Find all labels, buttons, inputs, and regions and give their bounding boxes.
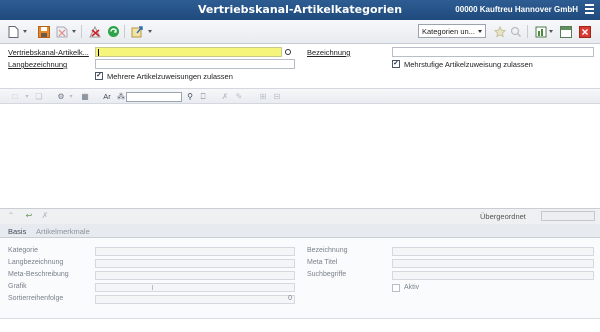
detail-bar: ⌃ ↩ ✗ Übergeordnet: [0, 208, 600, 224]
hamburger-menu-icon[interactable]: [585, 4, 594, 14]
detail-sortierreihenfolge-label: Sortierreihenfolge: [8, 295, 64, 302]
delete-icon[interactable]: [88, 24, 103, 39]
detail-kategorie-field: [95, 247, 295, 256]
search-icon[interactable]: ⚲: [185, 92, 195, 102]
category-grid[interactable]: [0, 104, 600, 208]
collapse-icon[interactable]: ⊟: [272, 92, 282, 102]
detail-grafik-label: Grafik: [8, 283, 27, 290]
bezeichnung-label: Bezeichnung: [307, 48, 350, 57]
header-form: Vertriebskanal-Artikelk... Bezeichnung L…: [0, 44, 600, 88]
langbezeichnung-label-text: Langbezeichnung: [8, 60, 68, 69]
title-bar: Vertriebskanal-Artikelkategorien 00000 K…: [0, 0, 600, 20]
report-dropdown-chevron-down-icon[interactable]: [549, 30, 553, 33]
mehrstufig-label: Mehrstufige Artikelzuweisung zulassen: [404, 60, 533, 69]
discard-icon[interactable]: [54, 24, 69, 39]
kategorie-field[interactable]: [95, 47, 282, 57]
detail-meta-beschreibung-label: Meta-Beschreibung: [8, 271, 69, 278]
detail-langbezeichnung-label: Langbezeichnung: [8, 259, 64, 266]
detail-form: Kategorie Langbezeichnung Meta-Beschreib…: [0, 238, 600, 318]
uebergeordnet-label: Übergeordnet: [480, 212, 526, 221]
detail-grafik-field: [95, 283, 295, 292]
view-select[interactable]: Kategorien un...: [418, 24, 486, 38]
detail-bezeichnung-label: Bezeichnung: [307, 247, 348, 254]
toolbar-divider: [124, 25, 125, 38]
aktiv-label: Aktiv: [404, 284, 420, 291]
view-select-value: Kategorien un...: [422, 27, 475, 36]
expand-icon[interactable]: ⊞: [258, 92, 268, 102]
bezeichnung-field[interactable]: [392, 47, 594, 57]
detail-bezeichnung-field: [392, 247, 594, 256]
undo-icon[interactable]: ↩: [24, 211, 34, 221]
detail-sortierreihenfolge-field: 0: [95, 295, 295, 304]
detail-suchbegriffe-label: Suchbegriffe: [307, 271, 347, 278]
tab-basis[interactable]: Basis: [8, 227, 26, 236]
kategorie-label-text: Vertriebskanal-Artikelk...: [8, 48, 89, 57]
detail-kategorie-label: Kategorie: [8, 247, 38, 254]
detail-tabs: Basis Artikelmerkmale: [0, 224, 600, 238]
export-icon[interactable]: [130, 24, 145, 39]
chevron-down-icon: [478, 30, 482, 33]
new-row-icon[interactable]: □: [10, 92, 20, 102]
report-icon[interactable]: [533, 24, 548, 39]
delete-link-icon[interactable]: ✗: [40, 211, 50, 221]
save-icon[interactable]: [36, 24, 51, 39]
toolbar-divider: [527, 25, 528, 38]
mehrere-checkbox[interactable]: ✓: [95, 72, 103, 80]
detail-meta-titel-field: [392, 259, 594, 268]
find-icon[interactable]: [508, 24, 523, 39]
favorite-star-icon[interactable]: [492, 24, 507, 39]
mehrstufig-checkbox[interactable]: ✓: [392, 60, 400, 68]
export-dropdown-chevron-down-icon[interactable]: [148, 30, 152, 33]
filter-icon[interactable]: ⁂: [116, 92, 126, 102]
grid-toolbar: □ ▾ ❏ ⚙ ▾ ▦ Ar ⁂ ⚲ ⎕ ✗ ✎ ⊞ ⊟: [0, 88, 600, 104]
new-document-icon[interactable]: [6, 24, 21, 39]
required-indicator-icon: [285, 49, 291, 55]
chevron-down-icon[interactable]: ▾: [66, 92, 76, 102]
kategorie-label: Vertriebskanal-Artikelk...: [8, 48, 89, 57]
toolbar-divider: [81, 25, 82, 38]
status-bar: [0, 318, 600, 332]
zoom-icon[interactable]: ⎕: [198, 92, 208, 102]
edit-icon[interactable]: ✎: [234, 92, 244, 102]
detail-langbezeichnung-field: [95, 259, 295, 268]
chevron-down-icon[interactable]: ▾: [22, 92, 32, 102]
detail-meta-titel-label: Meta Titel: [307, 259, 338, 266]
langbezeichnung-label: Langbezeichnung: [8, 60, 67, 69]
sortierreihenfolge-value: 0: [288, 295, 292, 302]
close-icon[interactable]: [577, 24, 592, 39]
grid-search-input[interactable]: [126, 92, 182, 102]
discard-dropdown-chevron-down-icon[interactable]: [72, 30, 76, 33]
mehrere-label: Mehrere Artikelzuweisungen zulassen: [107, 72, 233, 81]
columns-icon[interactable]: ▦: [80, 92, 90, 102]
minimize-window-icon[interactable]: [558, 24, 573, 39]
detail-meta-beschreibung-field: [95, 271, 295, 280]
settings-icon[interactable]: ⚙: [56, 92, 66, 102]
collapse-up-icon[interactable]: ⌃: [6, 211, 16, 221]
sort-label[interactable]: Ar: [100, 92, 114, 102]
grafik-browse-divider: [152, 285, 153, 290]
tab-artikelmerkmale[interactable]: Artikelmerkmale: [36, 227, 90, 236]
refresh-icon[interactable]: [106, 24, 121, 39]
langbezeichnung-field[interactable]: [95, 59, 295, 69]
copy-row-icon[interactable]: ❏: [34, 92, 44, 102]
aktiv-checkbox: [392, 284, 400, 292]
new-dropdown-chevron-down-icon[interactable]: [23, 30, 27, 33]
detail-suchbegriffe-field: [392, 271, 594, 280]
company-label: 00000 Kauftreu Hannover GmbH: [455, 5, 578, 14]
bezeichnung-label-text: Bezeichnung: [307, 48, 351, 57]
uebergeordnet-field[interactable]: [541, 211, 595, 221]
main-toolbar: Kategorien un...: [0, 20, 600, 44]
delete-row-icon[interactable]: ✗: [220, 92, 230, 102]
